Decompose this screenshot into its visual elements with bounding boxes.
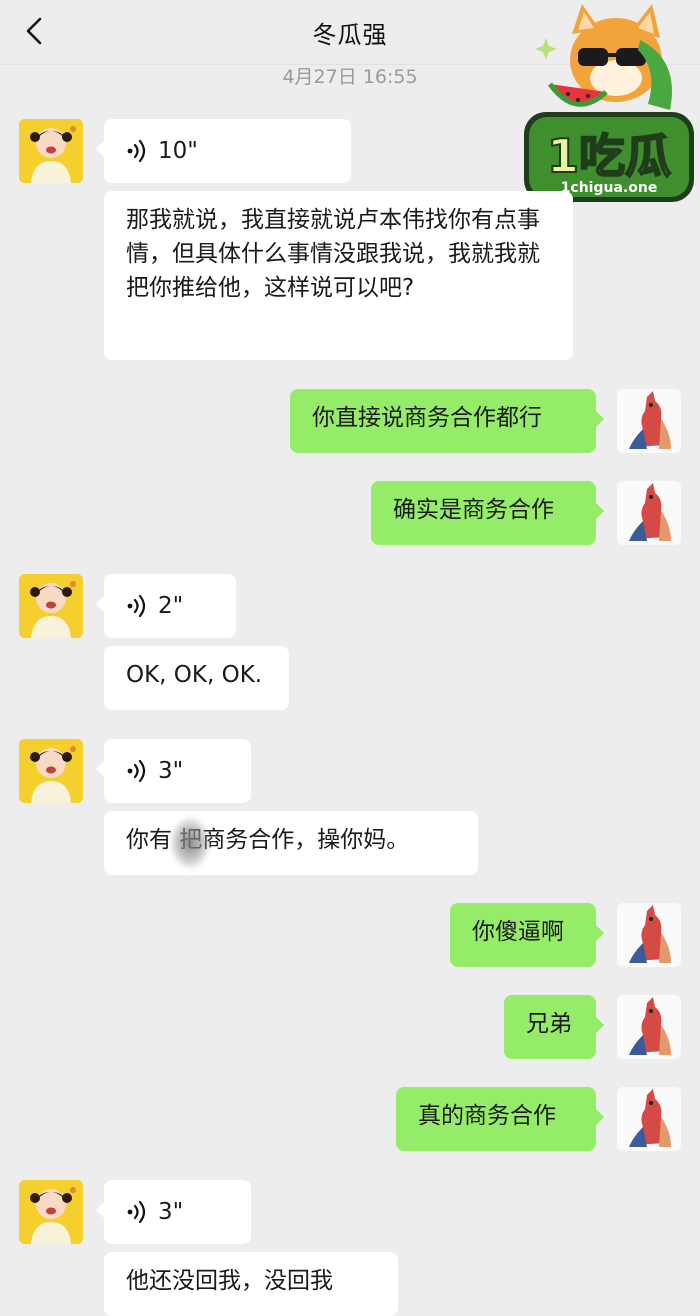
message-text: 你直接说商务合作都行 bbox=[312, 405, 542, 431]
voice-duration: 3" bbox=[158, 1199, 184, 1225]
contact-avatar[interactable] bbox=[19, 574, 83, 638]
blur-redaction bbox=[170, 817, 210, 869]
message-text-bubble-outgoing[interactable]: 你直接说商务合作都行 bbox=[290, 389, 604, 453]
message-text-bubble[interactable]: OK, OK, OK. bbox=[104, 646, 289, 710]
message-text-bubble[interactable]: 他还没回我，没回我 bbox=[104, 1252, 398, 1316]
message-text: 你傻逼啊 bbox=[472, 919, 564, 945]
voice-wave-icon bbox=[127, 759, 146, 783]
message-text: 确实是商务合作 bbox=[393, 497, 554, 523]
user-avatar[interactable] bbox=[617, 903, 681, 967]
svg-text:1吃瓜: 1吃瓜 bbox=[547, 129, 671, 183]
message-text-bubble-outgoing[interactable]: 兄弟 bbox=[504, 995, 604, 1059]
message-text: 他还没回我，没回我 bbox=[126, 1268, 333, 1294]
voice-wave-icon bbox=[127, 139, 146, 163]
voice-duration: 2" bbox=[158, 593, 184, 619]
voice-message-bubble[interactable]: 10" bbox=[96, 119, 351, 183]
user-avatar[interactable] bbox=[617, 995, 681, 1059]
voice-message-bubble[interactable]: 2" bbox=[96, 574, 236, 638]
message-text-bubble[interactable]: 你有 把商务合作，操你妈。 bbox=[104, 811, 478, 875]
voice-duration: 10" bbox=[158, 138, 198, 164]
contact-avatar[interactable] bbox=[19, 1180, 83, 1244]
message-text: 兄弟 bbox=[526, 1011, 572, 1037]
voice-wave-icon bbox=[127, 1200, 146, 1224]
contact-avatar[interactable] bbox=[19, 739, 83, 803]
svg-text:1chigua.one: 1chigua.one bbox=[561, 180, 658, 196]
message-text-bubble[interactable]: 那我就说，我直接就说卢本伟找你有点事情，但具体什么事情没跟我说，我就我就把你推给… bbox=[104, 191, 573, 360]
message-text-bubble-outgoing[interactable]: 真的商务合作 bbox=[396, 1087, 604, 1151]
message-text: 那我就说，我直接就说卢本伟找你有点事情，但具体什么事情没跟我说，我就我就把你推给… bbox=[126, 207, 540, 301]
message-text: 你有 把商务合作，操你妈。 bbox=[126, 827, 410, 853]
user-avatar[interactable] bbox=[617, 1087, 681, 1151]
user-avatar[interactable] bbox=[617, 481, 681, 545]
watermark-logo: 1吃瓜 1chigua.one bbox=[524, 4, 694, 202]
voice-message-bubble[interactable]: 3" bbox=[96, 1180, 251, 1244]
voice-duration: 3" bbox=[158, 758, 184, 784]
message-text: OK, OK, OK. bbox=[126, 662, 263, 688]
message-text-bubble-outgoing[interactable]: 你傻逼啊 bbox=[450, 903, 604, 967]
message-text-bubble-outgoing[interactable]: 确实是商务合作 bbox=[371, 481, 604, 545]
voice-message-bubble[interactable]: 3" bbox=[96, 739, 251, 803]
contact-avatar[interactable] bbox=[19, 119, 83, 183]
voice-wave-icon bbox=[127, 594, 146, 618]
user-avatar[interactable] bbox=[617, 389, 681, 453]
message-text: 真的商务合作 bbox=[418, 1103, 556, 1129]
